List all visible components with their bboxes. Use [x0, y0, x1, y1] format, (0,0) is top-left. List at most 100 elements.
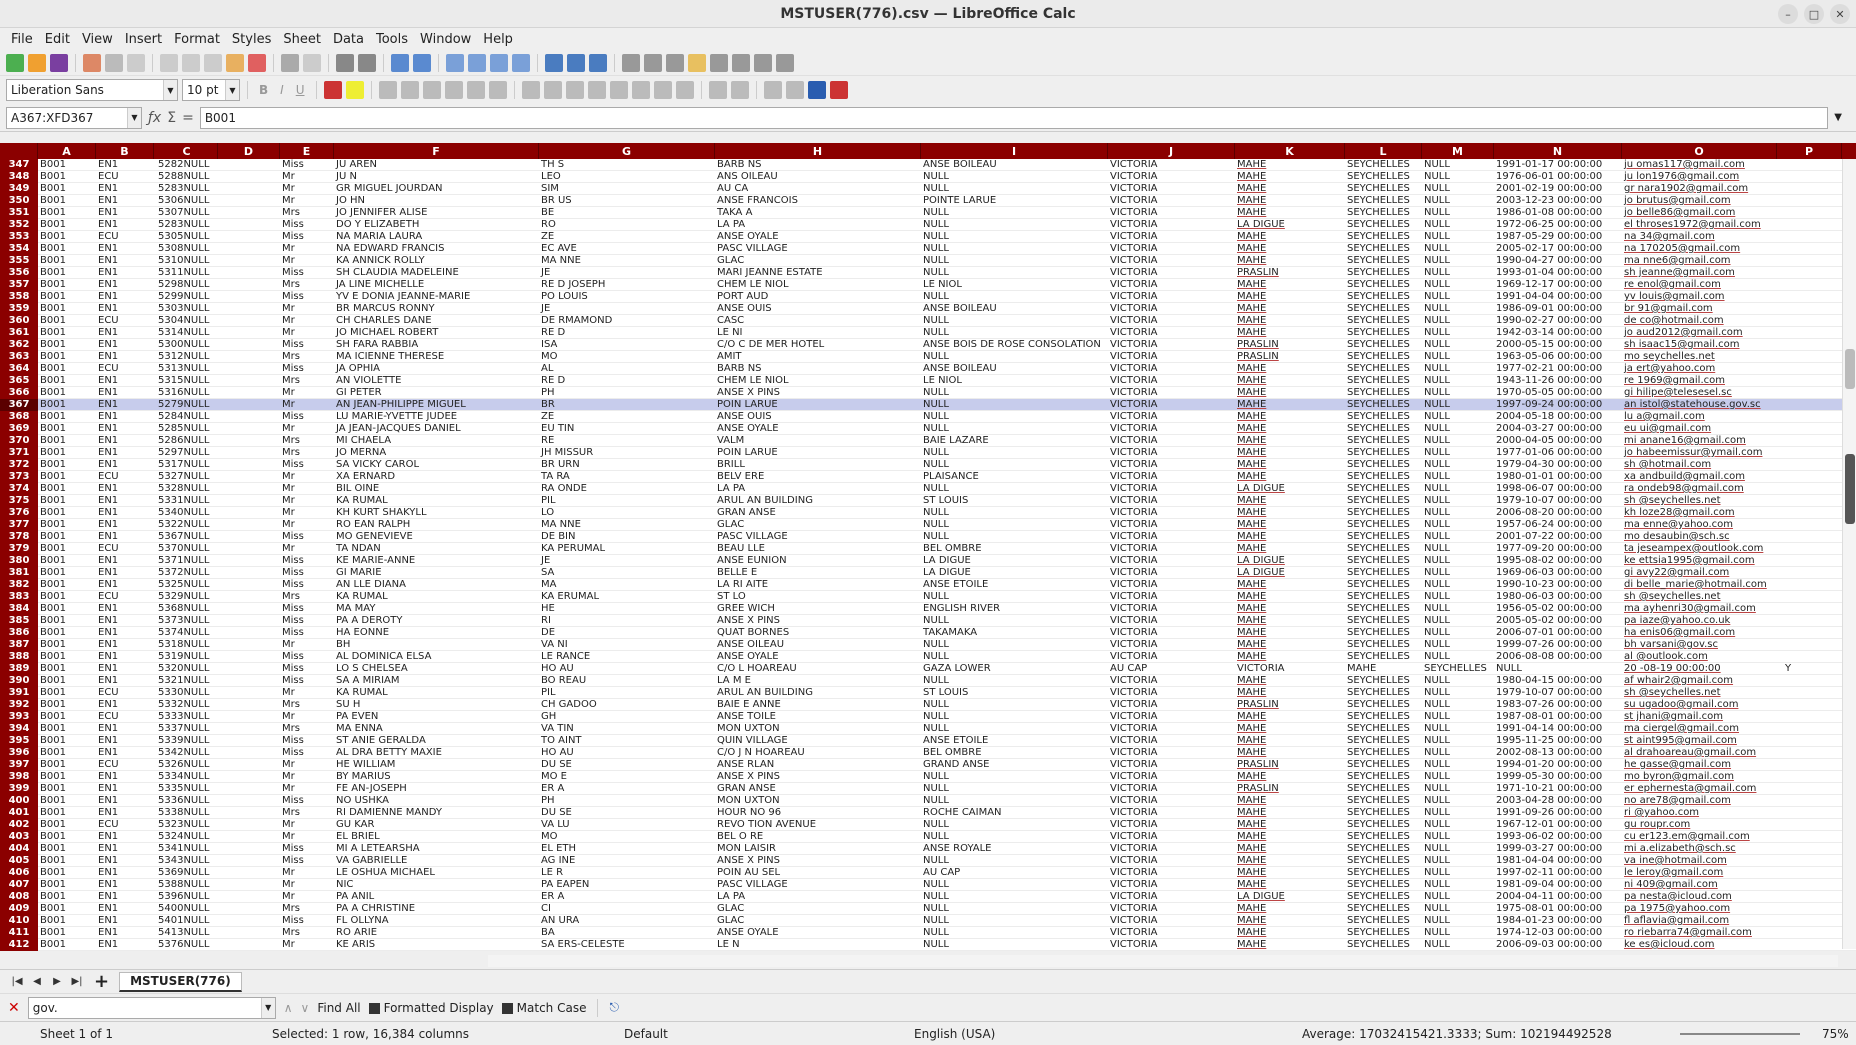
- cell-c[interactable]: 5316NULL: [156, 387, 280, 399]
- cell-i[interactable]: BAIE LAZARE: [921, 435, 1108, 447]
- cell-l[interactable]: SEYCHELLES: [1345, 819, 1422, 831]
- cell-i[interactable]: NULL: [921, 243, 1108, 255]
- cell-o[interactable]: ni 409@gmail.com: [1622, 879, 1777, 891]
- cell-i[interactable]: LA DIGUE: [921, 555, 1108, 567]
- cell-n[interactable]: 2006-07-01 00:00:00: [1494, 627, 1622, 639]
- select-all-corner[interactable]: [0, 143, 38, 159]
- cell-g[interactable]: MO: [539, 351, 715, 363]
- row-header[interactable]: 362: [0, 339, 38, 351]
- cell-h[interactable]: VALM: [715, 435, 921, 447]
- cell-i[interactable]: ANSE BOILEAU: [921, 303, 1108, 315]
- cell-f[interactable]: RI DAMIENNE MANDY: [334, 807, 539, 819]
- cell-l[interactable]: SEYCHELLES: [1345, 795, 1422, 807]
- cell-b[interactable]: EN1: [96, 651, 154, 663]
- cell-h[interactable]: ANSE OYALE: [715, 927, 921, 939]
- save-icon[interactable]: [50, 53, 68, 72]
- cell-a[interactable]: B001: [38, 207, 96, 219]
- cell-b[interactable]: EN1: [96, 867, 154, 879]
- cell-j[interactable]: VICTORIA: [1108, 891, 1235, 903]
- cell-j[interactable]: VICTORIA: [1108, 627, 1235, 639]
- cell-b[interactable]: ECU: [96, 171, 154, 183]
- cell-m[interactable]: NULL: [1422, 843, 1494, 855]
- cell-i[interactable]: NULL: [921, 411, 1108, 423]
- cell-b[interactable]: EN1: [96, 663, 154, 675]
- cell-f[interactable]: MO GENEVIEVE: [334, 531, 539, 543]
- cell-i[interactable]: GRAND ANSE: [921, 759, 1108, 771]
- cell-h[interactable]: ARUL AN BUILDING: [715, 687, 921, 699]
- table-row[interactable]: 402 B001 ECU 5323NULL Mr GU KAR VA LU REVO TION…: [0, 819, 1856, 831]
- cell-c[interactable]: 5376NULL: [156, 939, 280, 951]
- cell-k[interactable]: PRASLIN: [1235, 699, 1345, 711]
- cell-n[interactable]: 2004-03-27 00:00:00: [1494, 423, 1622, 435]
- cell-j[interactable]: VICTORIA: [1108, 771, 1235, 783]
- table-row[interactable]: 396 B001 EN1 5342NULL Miss AL DRA BETTY MAXIE…: [0, 747, 1856, 759]
- table-row[interactable]: 356 B001 EN1 5311NULL Miss SH CLAUDIA MADELEI…: [0, 267, 1856, 279]
- border-color-icon[interactable]: [807, 81, 826, 99]
- cell-c[interactable]: 5339NULL: [156, 735, 280, 747]
- cell-a[interactable]: B001: [38, 495, 96, 507]
- cell-b[interactable]: ECU: [96, 591, 154, 603]
- cell-j[interactable]: VICTORIA: [1108, 879, 1235, 891]
- row-header[interactable]: 352: [0, 219, 38, 231]
- cell-o[interactable]: ha enis06@gmail.com: [1622, 627, 1777, 639]
- cell-a[interactable]: B001: [38, 483, 96, 495]
- cell-e[interactable]: Mr: [280, 543, 334, 555]
- column-header-f[interactable]: F: [334, 143, 539, 159]
- column-icon[interactable]: [413, 53, 431, 72]
- column-header-l[interactable]: L: [1345, 143, 1422, 159]
- cell-h[interactable]: ANSE OILEAU: [715, 639, 921, 651]
- cell-i[interactable]: NULL: [921, 915, 1108, 927]
- table-row[interactable]: 378 B001 EN1 5367NULL Miss MO GENEVIEVE DE BIN…: [0, 531, 1856, 543]
- cell-h[interactable]: ANS OILEAU: [715, 171, 921, 183]
- cell-b[interactable]: EN1: [96, 411, 154, 423]
- cell-g[interactable]: PA EAPEN: [539, 879, 715, 891]
- cell-g[interactable]: BO REAU: [539, 675, 715, 687]
- cell-j[interactable]: VICTORIA: [1108, 399, 1235, 411]
- cell-a[interactable]: B001: [38, 771, 96, 783]
- cell-c[interactable]: 5330NULL: [156, 687, 280, 699]
- cell-l[interactable]: SEYCHELLES: [1345, 675, 1422, 687]
- spelling-icon[interactable]: [358, 53, 376, 72]
- cell-o[interactable]: di belle_marie@hotmail.com: [1622, 579, 1777, 591]
- cell-f[interactable]: KE ARIS: [334, 939, 539, 951]
- table-row[interactable]: 406 B001 EN1 5369NULL Mr LE OSHUA MICHAEL LE R…: [0, 867, 1856, 879]
- cell-i[interactable]: NULL: [921, 255, 1108, 267]
- table-row[interactable]: 366 B001 EN1 5316NULL Mr GI PETER PH ANSE X PIN…: [0, 387, 1856, 399]
- table-row[interactable]: 371 B001 EN1 5297NULL Mrs JO MERNA JH MISSUR PO…: [0, 447, 1856, 459]
- cell-g[interactable]: ZE: [539, 411, 715, 423]
- cell-l[interactable]: SEYCHELLES: [1345, 807, 1422, 819]
- align-right-icon[interactable]: [422, 81, 441, 99]
- cell-o[interactable]: su ugadoo@gmail.com: [1622, 699, 1777, 711]
- cell-m[interactable]: NULL: [1422, 831, 1494, 843]
- cell-e[interactable]: Mr: [280, 315, 334, 327]
- cell-c[interactable]: 5331NULL: [156, 495, 280, 507]
- cell-m[interactable]: NULL: [1422, 891, 1494, 903]
- cell-i[interactable]: NULL: [921, 675, 1108, 687]
- cell-f[interactable]: HE WILLIAM: [334, 759, 539, 771]
- cell-a[interactable]: B001: [38, 795, 96, 807]
- cell-e[interactable]: Mrs: [280, 279, 334, 291]
- cell-c[interactable]: 5323NULL: [156, 819, 280, 831]
- cell-g[interactable]: ER A: [539, 891, 715, 903]
- cell-b[interactable]: EN1: [96, 639, 154, 651]
- borders-icon[interactable]: [763, 81, 782, 99]
- cell-a[interactable]: B001: [38, 471, 96, 483]
- cell-b[interactable]: EN1: [96, 279, 154, 291]
- cell-h[interactable]: ARUL AN BUILDING: [715, 495, 921, 507]
- cell-h[interactable]: BAIE E ANNE: [715, 699, 921, 711]
- cell-f[interactable]: MI CHAELA: [334, 435, 539, 447]
- cell-n[interactable]: 1991-01-17 00:00:00: [1494, 159, 1622, 171]
- cell-b[interactable]: EN1: [96, 351, 154, 363]
- row-header[interactable]: 351: [0, 207, 38, 219]
- status-summary[interactable]: Average: 17032415421.3333; Sum: 10219449…: [1302, 1027, 1612, 1041]
- cell-e[interactable]: Mr: [280, 519, 334, 531]
- cell-l[interactable]: SEYCHELLES: [1345, 711, 1422, 723]
- font-size-box[interactable]: 10 pt ▼: [182, 79, 240, 101]
- cell-a[interactable]: B001: [38, 807, 96, 819]
- cell-o[interactable]: ma enne@yahoo.com: [1622, 519, 1777, 531]
- copy-icon[interactable]: [182, 53, 200, 72]
- cell-c[interactable]: 5335NULL: [156, 783, 280, 795]
- cell-f[interactable]: EL BRIEL: [334, 831, 539, 843]
- cell-n[interactable]: 1986-01-08 00:00:00: [1494, 207, 1622, 219]
- cell-m[interactable]: NULL: [1422, 375, 1494, 387]
